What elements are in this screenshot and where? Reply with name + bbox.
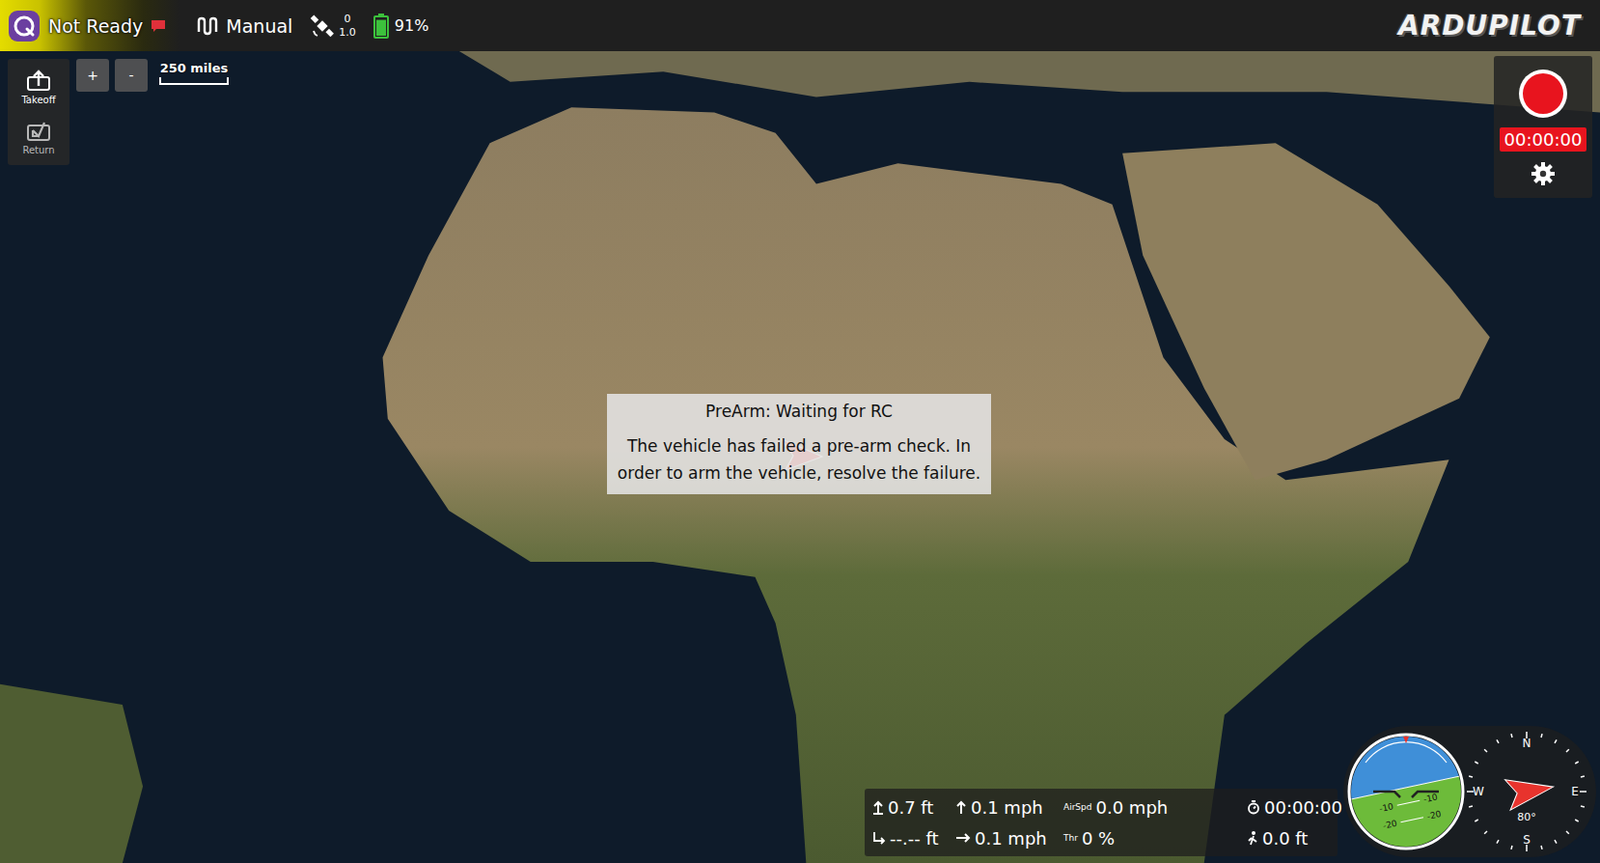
svg-text:-10: -10 [1422, 791, 1439, 804]
telemetry-value: Thr0 % [1063, 823, 1191, 853]
telemetry-value: 0.7 ft [872, 792, 948, 822]
scale-bar [159, 77, 229, 85]
ardupilot-logo: ARDUPILOT [1390, 5, 1589, 46]
map-scale: 250 miles [159, 58, 229, 85]
stopwatch-icon [1246, 799, 1261, 815]
satellite-count: 0 [344, 12, 352, 27]
battery-status[interactable]: 91% [373, 13, 430, 39]
prearm-title: PreArm: Waiting for RC [614, 397, 984, 425]
tool-button[interactable]: Return [7, 114, 70, 160]
vehicle-status[interactable]: Not Ready [0, 0, 180, 52]
tool-strip: TakeoffReturn [7, 58, 70, 166]
gps-hdop: 1.0 [338, 26, 357, 40]
distance-icon [1246, 829, 1259, 846]
attitude-indicator: -10 -10 -20 -20 [1347, 732, 1465, 851]
recorder-panel: 00:00:00 [1493, 55, 1593, 198]
instrument-panel: -10 -10 -20 -20 N E S W 80° [1343, 725, 1597, 857]
prearm-message: PreArm: Waiting for RC The vehicle has fa… [606, 393, 992, 495]
telemetry-value: --.-- ft [872, 823, 948, 853]
amsl-icon [872, 829, 886, 846]
flight-mode[interactable]: Manual [196, 15, 293, 37]
compass-cardinal: E [1571, 784, 1579, 799]
svg-text:-20: -20 [1381, 818, 1399, 831]
map[interactable]: TakeoffReturn+-250 miles 00:00:00 PreArm: … [0, 51, 1600, 863]
record-time: 00:00:00 [1499, 127, 1588, 152]
zoom-controls: +-250 miles [76, 58, 229, 92]
telemetry-value: 00:00:00 [1198, 792, 1343, 822]
zoom-button[interactable]: - [114, 58, 148, 92]
compass-cardinal: W [1472, 784, 1485, 799]
ground-speed-icon [955, 830, 971, 845]
battery-percent: 91% [394, 16, 430, 35]
qgc-logo-icon[interactable] [7, 9, 41, 43]
telemetry-value: 0.1 mph [955, 823, 1056, 853]
telemetry-panel: 0.7 ft0.1 mphAirSpd0.0 mph00:00:00--.-- … [864, 788, 1338, 856]
svg-text:-10: -10 [1378, 800, 1395, 814]
record-button[interactable] [1518, 69, 1568, 118]
status-text[interactable]: Not Ready [48, 15, 143, 37]
prearm-text: The vehicle has failed a pre-arm check. … [614, 432, 984, 487]
zoom-button[interactable]: + [76, 58, 110, 92]
satellite-icon [309, 13, 335, 39]
compass: N E S W 80° [1464, 729, 1589, 854]
gear-icon[interactable] [1530, 161, 1556, 187]
telemetry-value: 0.1 mph [955, 792, 1056, 822]
toolbar: Not Ready Manual 01.0 91% ARDUPILOT [0, 0, 1600, 52]
svg-text:-20: -20 [1426, 808, 1443, 822]
telemetry-value: AirSpd0.0 mph [1063, 792, 1191, 822]
compass-cardinal: S [1522, 832, 1531, 847]
gps-status[interactable]: 01.0 [309, 12, 357, 40]
waveform-icon [196, 16, 219, 36]
heading-value: 80° [1517, 810, 1537, 824]
takeoff-icon [26, 68, 52, 92]
app-root: Not Ready Manual 01.0 91% ARDUPILOT TakeoffRe… [0, 0, 1600, 863]
mode-text[interactable]: Manual [225, 15, 293, 37]
altitude-icon [872, 799, 884, 815]
return-icon [26, 118, 52, 142]
battery-icon [373, 13, 389, 39]
tool-button[interactable]: Takeoff [7, 64, 70, 110]
climb-icon [955, 799, 967, 815]
compass-cardinal: N [1522, 736, 1532, 750]
message-icon[interactable] [150, 19, 166, 33]
telemetry-value: 0.0 ft [1198, 823, 1343, 853]
